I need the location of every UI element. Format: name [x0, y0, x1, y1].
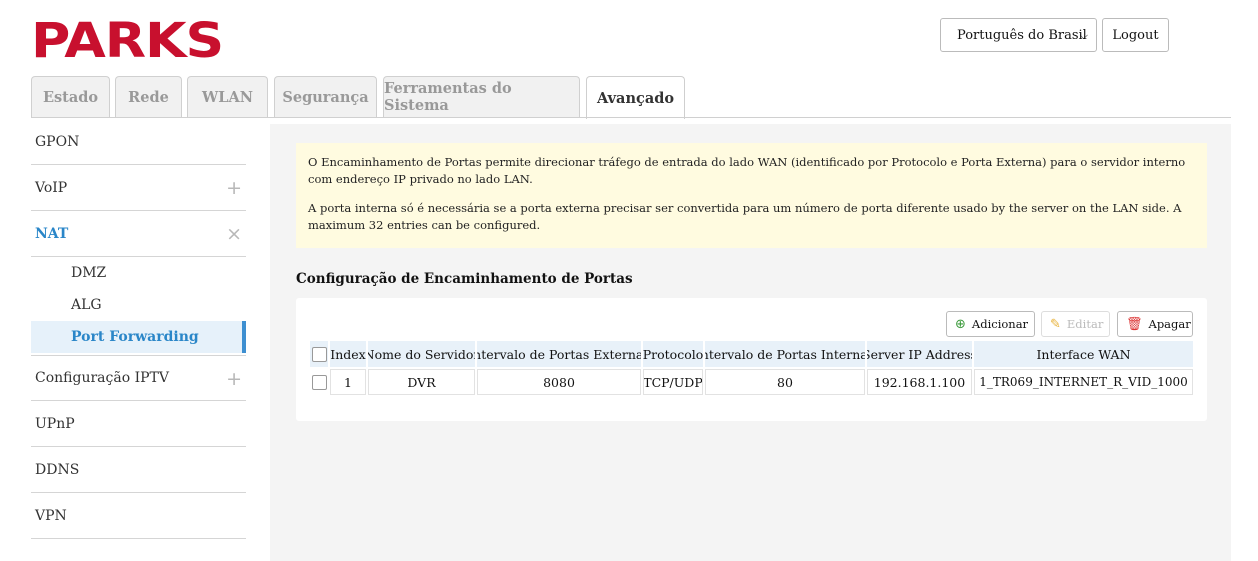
- chevron-down-icon: ⌵: [1079, 29, 1088, 42]
- svg-text:PARKS: PARKS: [31, 16, 223, 60]
- expand-plus-icon[interactable]: +: [226, 368, 242, 390]
- sidebar-item-label: NAT: [35, 225, 69, 242]
- table-cell-protocol: TCP/UDP: [643, 369, 703, 395]
- tab-ferramentas[interactable]: Ferramentas do Sistema: [383, 76, 580, 117]
- sidebar-item-gpon[interactable]: GPON: [31, 119, 246, 165]
- language-select[interactable]: Português do Brasil ⌵: [940, 18, 1097, 52]
- sidebar-item-label: VoIP: [35, 179, 68, 196]
- tab-seguranca[interactable]: Segurança: [274, 76, 377, 117]
- sidebar-subitem-port-forwarding[interactable]: Port Forwarding: [31, 321, 246, 353]
- edit-button-label: Editar: [1066, 317, 1104, 331]
- sidebar-item-label: Configuração IPTV: [35, 370, 169, 386]
- section-title: Configuração de Encaminhamento de Portas: [296, 271, 633, 287]
- sidebar-subitem-alg[interactable]: ALG: [31, 289, 246, 321]
- table-cell-server-ip: 192.168.1.100: [867, 369, 972, 395]
- add-button-label: Adicionar: [971, 317, 1029, 331]
- tab-rede[interactable]: Rede: [115, 76, 182, 117]
- table-cell-internal-ports: 80: [705, 369, 865, 395]
- sidebar-item-label: DDNS: [35, 461, 80, 478]
- table-row-checkbox-cell: [310, 369, 328, 395]
- notice-paragraph: A porta interna só é necessária se a por…: [308, 201, 1182, 232]
- table-header-internal-ports: Intervalo de Portas Internas: [705, 341, 865, 367]
- tab-wlan[interactable]: WLAN: [187, 76, 268, 117]
- row-checkbox[interactable]: [311, 374, 327, 390]
- table-header-external-ports: Intervalo de Portas Externas: [477, 341, 641, 367]
- content-area: O Encaminhamento de Portas permite direc…: [270, 124, 1231, 561]
- select-all-checkbox[interactable]: [311, 346, 327, 362]
- sidebar-subitem-dmz[interactable]: DMZ: [31, 257, 246, 289]
- sidebar-item-ddns[interactable]: DDNS: [31, 447, 246, 493]
- logout-button[interactable]: Logout: [1102, 18, 1169, 52]
- table-header-protocol: Protocolo: [643, 341, 703, 367]
- tabs-divider: [31, 117, 1231, 118]
- add-button[interactable]: ⊕ Adicionar: [946, 311, 1035, 337]
- table-header-interface-wan: Interface WAN: [974, 341, 1193, 367]
- sidebar-item-iptv[interactable]: Configuração IPTV +: [31, 355, 246, 401]
- delete-button-label: Apagar: [1148, 317, 1191, 331]
- table-cell-index: 1: [330, 369, 366, 395]
- language-selected: Português do Brasil: [957, 27, 1087, 43]
- parks-logo: PARKS: [31, 16, 223, 60]
- sidebar-item-upnp[interactable]: UPnP: [31, 401, 246, 447]
- sidebar-item-voip[interactable]: VoIP +: [31, 165, 246, 211]
- table-header-server-name: Nome do Servidor: [368, 341, 475, 367]
- tab-estado[interactable]: Estado: [31, 76, 110, 117]
- table-header-index: Index: [330, 341, 366, 367]
- delete-button[interactable]: 🗑︎ Apagar: [1117, 311, 1193, 337]
- info-notice: O Encaminhamento de Portas permite direc…: [296, 143, 1207, 248]
- plus-circle-icon: ⊕: [955, 316, 966, 332]
- expand-plus-icon[interactable]: +: [226, 177, 242, 199]
- trash-icon: 🗑︎: [1126, 316, 1143, 332]
- collapse-close-icon[interactable]: ×: [226, 223, 242, 245]
- table-cell-interface-wan: 1_TR069_INTERNET_R_VID_1000: [974, 369, 1193, 395]
- table-header-server-ip: Server IP Address: [867, 341, 972, 367]
- sidebar-item-nat[interactable]: NAT ×: [31, 211, 246, 257]
- table-cell-external-ports: 8080: [477, 369, 641, 395]
- table-header-checkbox-cell: [310, 341, 328, 367]
- sidebar-item-label: VPN: [35, 507, 67, 524]
- notice-paragraph: O Encaminhamento de Portas permite direc…: [308, 155, 1186, 186]
- sidebar-item-label: GPON: [35, 133, 80, 150]
- sidebar-item-label: UPnP: [35, 415, 75, 432]
- edit-button[interactable]: ✎ Editar: [1041, 311, 1110, 337]
- edit-icon: ✎: [1050, 316, 1061, 332]
- tab-avancado[interactable]: Avançado: [586, 76, 685, 119]
- port-forwarding-panel: ⊕ Adicionar ✎ Editar 🗑︎ Apagar Index Nom…: [296, 298, 1207, 421]
- sidebar-item-vpn[interactable]: VPN: [31, 493, 246, 539]
- table-cell-server-name: DVR: [368, 369, 475, 395]
